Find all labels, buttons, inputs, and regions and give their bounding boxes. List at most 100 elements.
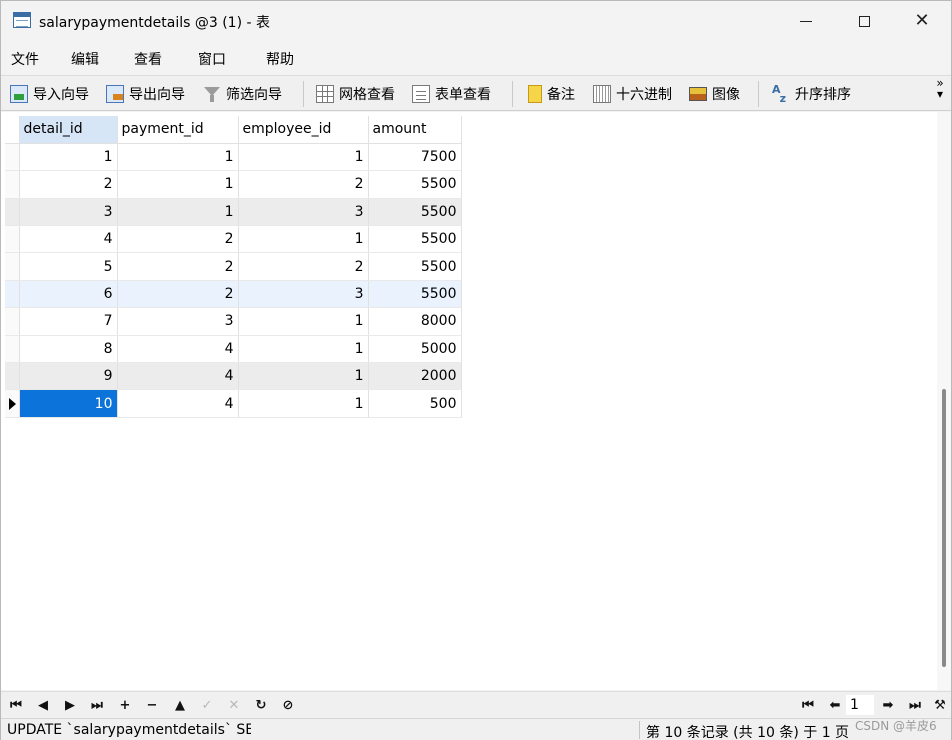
cell-employee-id[interactable]: 2 <box>238 170 369 199</box>
row-header[interactable] <box>5 280 20 309</box>
menu-help[interactable]: 帮助 <box>266 49 294 69</box>
vertical-scrollbar[interactable] <box>937 112 951 690</box>
cell-payment-id[interactable]: 1 <box>117 198 239 227</box>
title-bar[interactable]: salarypaymentdetails @3 (1) - 表 ✕ <box>1 1 951 41</box>
table-row[interactable]: 9 4 1 2000 <box>5 362 462 391</box>
cell-amount[interactable]: 5500 <box>368 198 462 227</box>
settings-button[interactable]: ⚒ <box>931 696 949 714</box>
row-header[interactable] <box>5 335 20 364</box>
table-row[interactable]: 1 1 1 7500 <box>5 143 462 172</box>
cell-amount[interactable]: 5500 <box>368 170 462 199</box>
stop-button[interactable]: ⊘ <box>279 696 297 714</box>
cell-detail-id[interactable]: 1 <box>19 143 118 172</box>
table-row[interactable]: 3 1 3 5500 <box>5 198 462 227</box>
previous-record-button[interactable]: ◀ <box>34 696 52 714</box>
maximize-button[interactable] <box>835 1 893 41</box>
previous-page-button[interactable]: ⬅ <box>826 696 844 714</box>
menu-file[interactable]: 文件 <box>11 49 39 69</box>
refresh-button[interactable]: ↻ <box>252 696 270 714</box>
apply-changes-button[interactable]: ✓ <box>198 696 216 714</box>
last-record-button[interactable]: ⏭ <box>88 696 106 714</box>
row-header[interactable] <box>5 252 20 281</box>
row-header[interactable] <box>5 307 20 336</box>
import-wizard-button[interactable]: 导入向导 <box>10 83 89 105</box>
cell-amount[interactable]: 2000 <box>368 362 462 391</box>
cell-payment-id[interactable]: 4 <box>117 389 239 418</box>
first-page-button[interactable]: ⏮ <box>799 696 817 714</box>
add-record-button[interactable]: + <box>116 696 134 714</box>
next-record-button[interactable]: ▶ <box>61 696 79 714</box>
column-header-detail-id[interactable]: detail_id <box>19 116 118 144</box>
form-view-button[interactable]: 表单查看 <box>412 83 491 105</box>
cell-amount[interactable]: 8000 <box>368 307 462 336</box>
memo-button[interactable]: 备注 <box>528 83 575 105</box>
row-header[interactable] <box>5 198 20 227</box>
row-header[interactable] <box>5 225 20 254</box>
first-record-button[interactable]: ⏮ <box>7 696 25 714</box>
cell-detail-id[interactable]: 7 <box>19 307 118 336</box>
cell-payment-id[interactable]: 4 <box>117 335 239 364</box>
table-row-selected[interactable]: 10 4 1 500 <box>5 389 462 418</box>
cell-detail-id[interactable]: 2 <box>19 170 118 199</box>
cell-detail-id[interactable]: 9 <box>19 362 118 391</box>
table-row[interactable]: 4 2 1 5500 <box>5 225 462 254</box>
column-header-payment-id[interactable]: payment_id <box>117 116 239 144</box>
minimize-button[interactable] <box>777 1 835 41</box>
menu-view[interactable]: 查看 <box>134 49 162 69</box>
column-header-employee-id[interactable]: employee_id <box>238 116 369 144</box>
cell-amount[interactable]: 5500 <box>368 280 462 309</box>
cell-payment-id[interactable]: 1 <box>117 170 239 199</box>
cell-amount[interactable]: 5000 <box>368 335 462 364</box>
next-page-button[interactable]: ➡ <box>879 696 897 714</box>
cell-employee-id[interactable]: 1 <box>238 307 369 336</box>
table-row[interactable]: 5 2 2 5500 <box>5 252 462 281</box>
discard-changes-button[interactable]: ✕ <box>225 696 243 714</box>
last-page-button[interactable]: ⏭ <box>906 696 924 714</box>
row-header-current[interactable] <box>5 389 20 418</box>
cell-detail-id[interactable]: 5 <box>19 252 118 281</box>
cell-payment-id[interactable]: 1 <box>117 143 239 172</box>
cell-payment-id[interactable]: 2 <box>117 280 239 309</box>
menu-edit[interactable]: 编辑 <box>71 49 99 69</box>
table-row[interactable]: 2 1 2 5500 <box>5 170 462 199</box>
cell-employee-id[interactable]: 1 <box>238 143 369 172</box>
image-button[interactable]: 图像 <box>689 83 740 105</box>
cell-employee-id[interactable]: 3 <box>238 198 369 227</box>
row-header[interactable] <box>5 170 20 199</box>
cell-employee-id[interactable]: 1 <box>238 225 369 254</box>
menu-window[interactable]: 窗口 <box>198 49 226 69</box>
row-header[interactable] <box>5 362 20 391</box>
table-row[interactable]: 7 3 1 8000 <box>5 307 462 336</box>
sort-ascending-button[interactable]: A z 升序排序 <box>772 83 851 105</box>
cell-detail-id[interactable]: 10 <box>19 389 118 418</box>
toolbar-overflow-button[interactable]: » ▾ <box>933 77 947 100</box>
table-row[interactable]: 6 2 3 5500 <box>5 280 462 309</box>
cell-employee-id[interactable]: 2 <box>238 252 369 281</box>
page-number-input[interactable]: 1 <box>846 695 874 715</box>
data-grid[interactable]: detail_id payment_id employee_id amount … <box>1 112 951 690</box>
filter-wizard-button[interactable]: 筛选向导 <box>203 83 282 105</box>
cell-amount[interactable]: 5500 <box>368 225 462 254</box>
cell-employee-id[interactable]: 1 <box>238 335 369 364</box>
cell-employee-id[interactable]: 3 <box>238 280 369 309</box>
cell-amount[interactable]: 500 <box>368 389 462 418</box>
cell-payment-id[interactable]: 2 <box>117 252 239 281</box>
column-header-amount[interactable]: amount <box>368 116 462 144</box>
cell-detail-id[interactable]: 8 <box>19 335 118 364</box>
cell-payment-id[interactable]: 4 <box>117 362 239 391</box>
hex-button[interactable]: 十六进制 <box>593 83 672 105</box>
cell-payment-id[interactable]: 2 <box>117 225 239 254</box>
cell-employee-id[interactable]: 1 <box>238 362 369 391</box>
cell-detail-id[interactable]: 4 <box>19 225 118 254</box>
edit-record-button[interactable]: ▲ <box>171 696 189 714</box>
grid-view-button[interactable]: 网格查看 <box>316 83 395 105</box>
close-button[interactable]: ✕ <box>893 1 951 41</box>
delete-record-button[interactable]: − <box>143 696 161 714</box>
table-row[interactable]: 8 4 1 5000 <box>5 335 462 364</box>
cell-detail-id[interactable]: 6 <box>19 280 118 309</box>
row-header[interactable] <box>5 143 20 172</box>
cell-detail-id[interactable]: 3 <box>19 198 118 227</box>
cell-amount[interactable]: 7500 <box>368 143 462 172</box>
cell-payment-id[interactable]: 3 <box>117 307 239 336</box>
export-wizard-button[interactable]: 导出向导 <box>106 83 185 105</box>
